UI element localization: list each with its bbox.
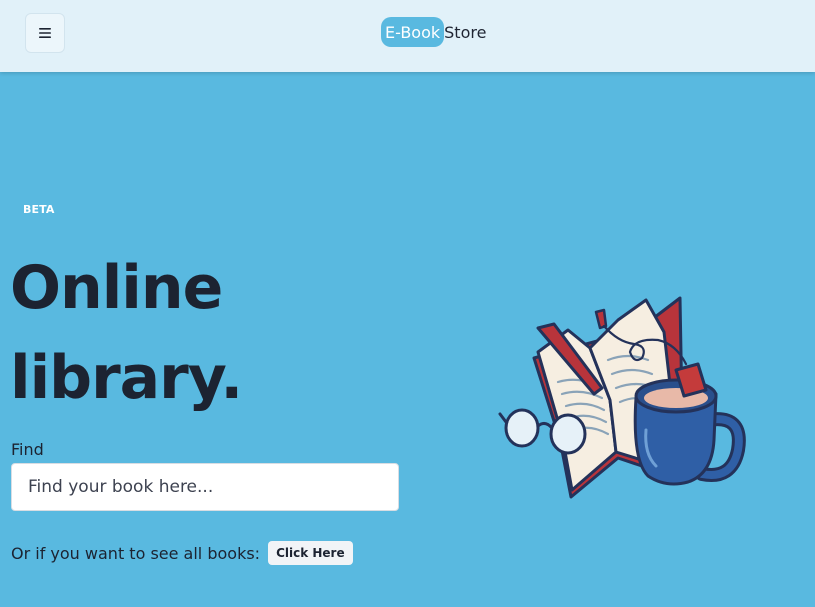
click-here-button[interactable]: Click Here [268,541,353,565]
hamburger-menu-icon [39,28,51,38]
page-title-line-2: library. [10,343,243,413]
all-books-text: Or if you want to see all books: [11,543,261,563]
book-mug-illustration [498,296,746,499]
glasses [498,408,587,455]
brand-logo[interactable]: E-Book Store [381,17,486,47]
search-label: Find [11,440,44,459]
page-title-line-1: Online [10,253,223,323]
search-input[interactable] [11,463,399,511]
brand-badge: E-Book [381,17,445,47]
page-title: Online library. [10,243,243,423]
beta-badge: BETA [23,203,55,216]
all-books-row: Or if you want to see all books: Click H… [11,541,353,565]
brand-name: Store [444,22,487,42]
menu-toggle-button[interactable] [25,13,65,53]
top-navbar: E-Book Store [0,0,815,72]
